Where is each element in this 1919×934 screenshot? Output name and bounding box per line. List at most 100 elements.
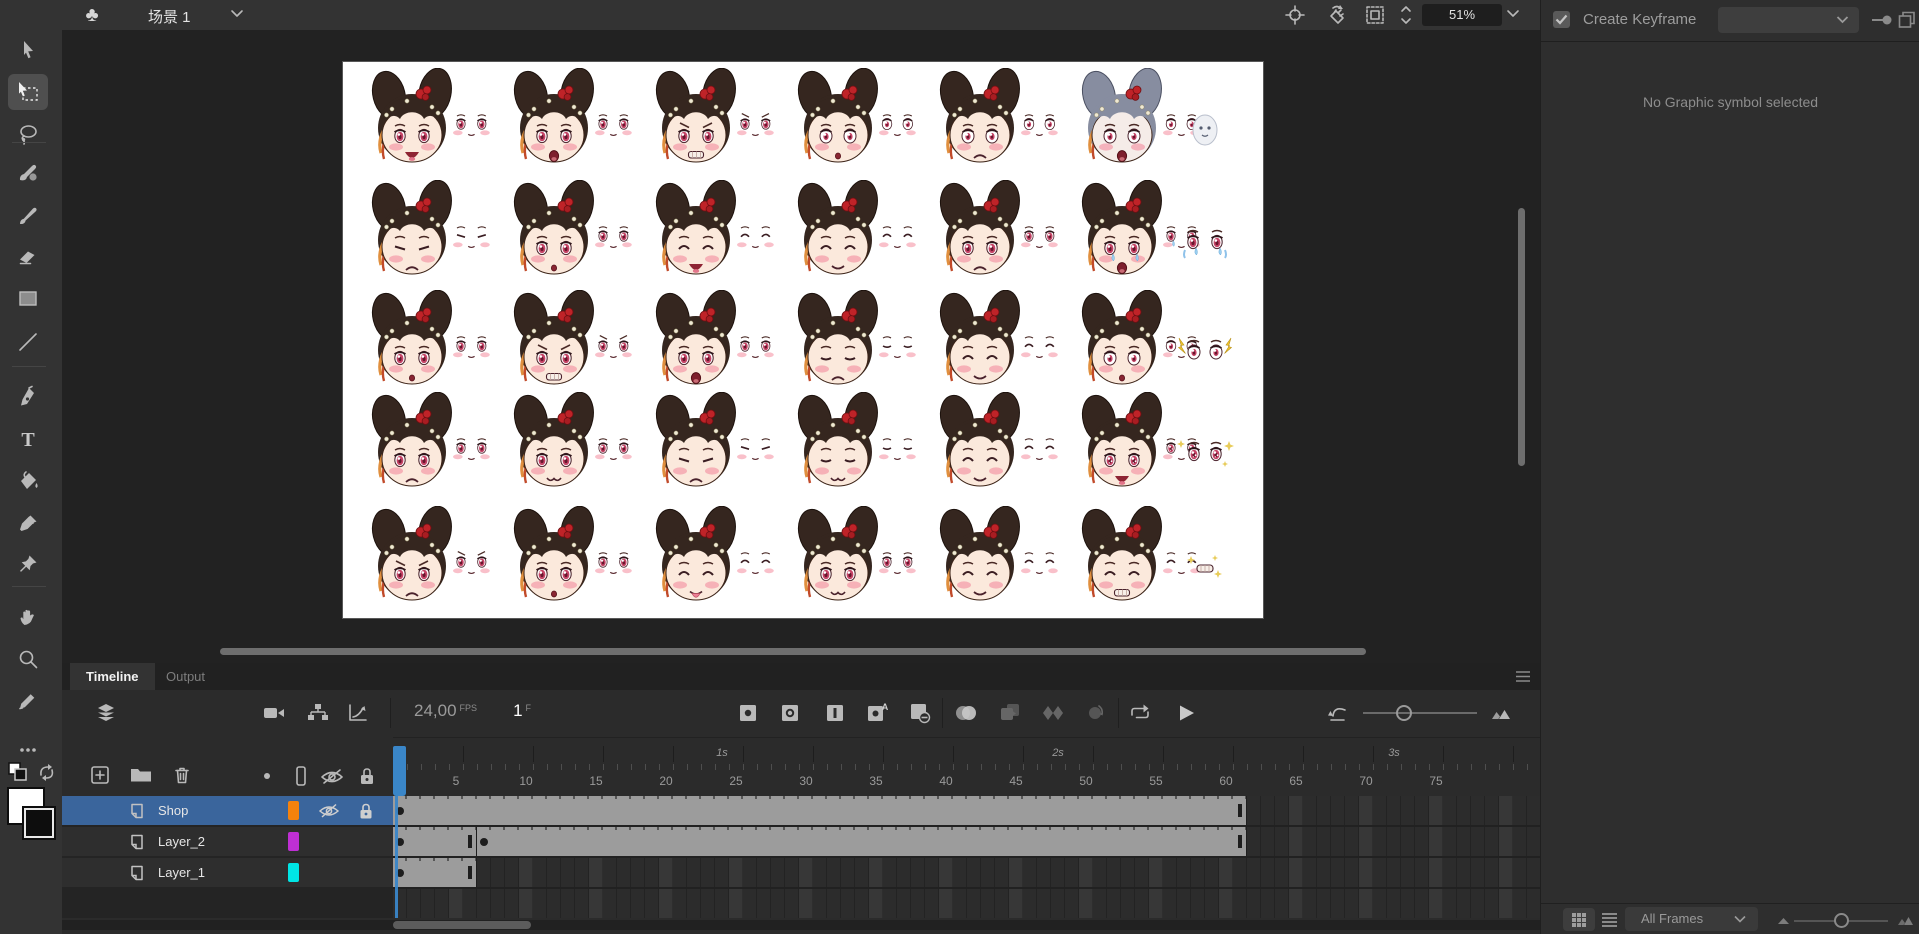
insert-keyframe-button[interactable] xyxy=(734,700,762,726)
frame-row-Shop[interactable] xyxy=(393,796,1540,825)
insert-blank-keyframe-button[interactable] xyxy=(776,700,804,726)
canvas-horizontal-scrollbar[interactable] xyxy=(70,647,1530,656)
layer-row-Shop[interactable]: Shop xyxy=(62,796,393,825)
expression-eyes-glyph xyxy=(595,226,632,248)
panel-menu-icon[interactable] xyxy=(1514,669,1532,683)
fill-color-swatch[interactable] xyxy=(22,806,56,840)
zoom-spinner[interactable] xyxy=(1398,3,1414,27)
frame-span[interactable] xyxy=(393,796,1247,825)
zoom-level-input[interactable]: 51% xyxy=(1422,4,1502,26)
list-view-button[interactable] xyxy=(1601,912,1618,927)
character-head xyxy=(655,290,736,385)
expression-extra-glyph xyxy=(1177,440,1234,467)
fluid-brush-tool[interactable] xyxy=(8,154,48,190)
playhead-marker[interactable] xyxy=(393,746,406,796)
layer-parenting-icon[interactable] xyxy=(304,700,332,726)
text-tool[interactable]: T xyxy=(8,421,48,457)
play-button[interactable] xyxy=(1172,700,1200,726)
layer-row-Layer_1[interactable]: Layer_1 xyxy=(62,858,393,887)
lasso-tool[interactable] xyxy=(8,116,48,152)
timeline-horizontal-scrollbar[interactable] xyxy=(62,920,1540,930)
hand-tool[interactable] xyxy=(8,598,48,634)
hide-all-layers-icon[interactable] xyxy=(320,767,344,785)
clip-content-icon[interactable] xyxy=(1363,4,1387,26)
rectangle-tool[interactable] xyxy=(8,281,48,317)
canvas-vertical-scrollbar[interactable] xyxy=(1517,180,1526,500)
ruler-second-boundary xyxy=(813,746,814,762)
layer-view-icon[interactable] xyxy=(92,700,120,726)
symbol-dropdown[interactable] xyxy=(1718,7,1859,33)
grid-view-button[interactable] xyxy=(1563,908,1595,931)
insert-frame-button[interactable] xyxy=(821,700,849,726)
rotate-canvas-icon[interactable] xyxy=(1325,4,1349,26)
ruler-frame-tick xyxy=(785,764,786,770)
timeline-ruler[interactable]: 1s 2s 3s 5 10 15 20 25 30 35 40 45 50 55 60 65 70 75 xyxy=(393,746,1540,796)
frame-row-Layer_1[interactable] xyxy=(393,858,1540,887)
layer-color-swatch[interactable] xyxy=(288,801,299,820)
ruler-frame-tick xyxy=(421,764,422,770)
stage[interactable] xyxy=(342,61,1264,619)
classic-brush-tool[interactable] xyxy=(8,197,48,233)
free-transform-tool[interactable] xyxy=(8,74,48,110)
line-tool[interactable] xyxy=(8,324,48,360)
duplicate-symbol-icon[interactable] xyxy=(1898,11,1916,29)
reset-timeline-zoom-icon[interactable] xyxy=(1324,700,1352,726)
lock-all-layers-icon[interactable] xyxy=(358,766,376,786)
eraser-tool[interactable] xyxy=(8,238,48,274)
delete-layer-button[interactable] xyxy=(172,765,192,785)
document-symbol-icon[interactable]: ♣ xyxy=(78,2,106,28)
frame-row-Layer_2[interactable] xyxy=(393,827,1540,856)
frame-span[interactable] xyxy=(477,827,1247,856)
ruler-frame-tick xyxy=(1205,764,1206,770)
graph-editor-icon[interactable] xyxy=(344,700,372,726)
layer-color-swatch[interactable] xyxy=(288,832,299,851)
loop-range-button[interactable] xyxy=(1081,700,1109,726)
layer-color-swatch[interactable] xyxy=(288,863,299,882)
add-folder-button[interactable] xyxy=(130,765,152,783)
thumbnail-zoom-out-icon[interactable] xyxy=(1777,917,1790,925)
scene-dropdown-chevron-icon[interactable] xyxy=(230,9,244,19)
ruler-frame-tick xyxy=(645,764,646,770)
edit-multiple-frames-button[interactable] xyxy=(996,700,1024,726)
ruler-second-boundary xyxy=(1513,746,1514,762)
frames-area[interactable] xyxy=(393,796,1540,918)
onion-skin-button[interactable] xyxy=(952,700,980,726)
add-layer-button[interactable] xyxy=(90,765,110,785)
thumbnail-size-knob[interactable] xyxy=(1834,913,1849,928)
canvas-pasteboard[interactable] xyxy=(62,30,1540,663)
zoom-tool[interactable] xyxy=(8,641,48,677)
layer-row-Layer_2[interactable]: Layer_2 xyxy=(62,827,393,856)
frame-rate[interactable]: 24,00 FPS 1 F xyxy=(414,701,531,721)
paint-bucket-tool[interactable] xyxy=(8,463,48,499)
remove-frame-button[interactable] xyxy=(906,700,934,726)
eyedropper-tool[interactable] xyxy=(8,506,48,542)
loop-playback-button[interactable] xyxy=(1126,700,1154,726)
auto-keyframe-button[interactable]: A xyxy=(864,700,892,726)
pen-tool[interactable] xyxy=(8,379,48,415)
ruler-frame-tick xyxy=(729,764,730,770)
default-colors-icon[interactable] xyxy=(7,761,29,783)
ruler-frame-tick xyxy=(1457,764,1458,770)
character-head xyxy=(513,506,594,601)
pencil-tool[interactable] xyxy=(8,682,48,718)
timeline-zoom-knob[interactable] xyxy=(1396,705,1412,721)
highlight-layers-column-icon[interactable] xyxy=(262,771,272,781)
pin-frame-picker-icon[interactable] xyxy=(1871,14,1893,26)
swap-colors-icon[interactable] xyxy=(36,761,58,783)
center-stage-icon[interactable] xyxy=(1283,4,1307,26)
tab-timeline[interactable]: Timeline xyxy=(70,663,155,690)
frames-filter-dropdown[interactable]: All Frames xyxy=(1625,907,1758,931)
timeline-zoom-max-icon[interactable] xyxy=(1488,700,1516,726)
selection-tool[interactable] xyxy=(8,32,48,68)
create-keyframe-checkbox[interactable] xyxy=(1553,11,1570,28)
frame-span[interactable] xyxy=(393,827,477,856)
onion-skin-markers-button[interactable] xyxy=(1039,700,1067,726)
thumbnail-zoom-in-icon[interactable] xyxy=(1897,914,1915,926)
frame-span[interactable] xyxy=(393,858,477,887)
outline-layers-column-icon[interactable] xyxy=(294,765,308,787)
asset-warp-pin-tool[interactable] xyxy=(8,546,48,582)
timeline-zoom-slider[interactable] xyxy=(1363,712,1477,714)
tab-output[interactable]: Output xyxy=(150,663,221,690)
camera-icon[interactable] xyxy=(260,700,288,726)
zoom-dropdown-chevron-icon[interactable] xyxy=(1506,9,1520,19)
